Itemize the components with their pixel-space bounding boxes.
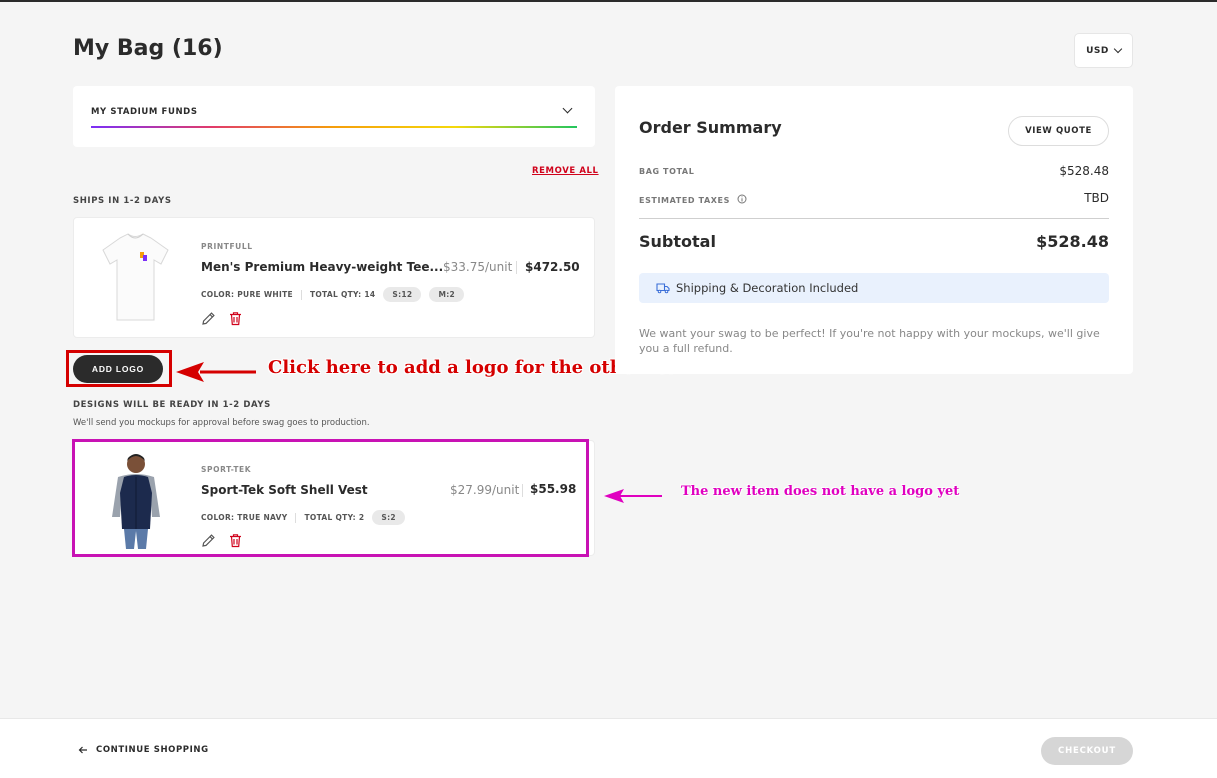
chevron-down-icon bbox=[562, 103, 573, 114]
funds-rainbow-underline bbox=[91, 126, 577, 128]
continue-shopping-link[interactable]: CONTINUE SHOPPING bbox=[78, 745, 209, 755]
item-vendor: PRINTFULL bbox=[201, 242, 253, 251]
remove-all-link[interactable]: REMOVE ALL bbox=[532, 166, 599, 176]
shipping-info-box: Shipping & Decoration Included bbox=[639, 273, 1109, 303]
item-qty: TOTAL QTY: 14 bbox=[309, 290, 376, 299]
edit-icon[interactable] bbox=[201, 311, 216, 326]
refund-note: We want your swag to be perfect! If you'… bbox=[639, 327, 1100, 355]
item-unit-price: $33.75/unit bbox=[443, 260, 513, 274]
bag-total-value: $528.48 bbox=[1059, 164, 1109, 178]
chevron-down-icon bbox=[1113, 44, 1123, 54]
item-actions bbox=[201, 311, 243, 326]
page-title: My Bag (16) bbox=[73, 36, 223, 61]
item-total-price: $472.50 bbox=[525, 260, 580, 274]
section-label-designs: DESIGNS WILL BE READY IN 1-2 DAYS bbox=[73, 400, 271, 410]
section-label-ships: SHIPS IN 1-2 DAYS bbox=[73, 196, 172, 206]
trash-icon[interactable] bbox=[228, 311, 243, 326]
info-icon[interactable] bbox=[737, 194, 747, 204]
section-note: We'll send you mockups for approval befo… bbox=[73, 418, 370, 428]
add-logo-button[interactable]: ADD LOGO bbox=[73, 355, 163, 383]
summary-divider bbox=[639, 218, 1109, 219]
bag-total-label: BAG TOTAL bbox=[639, 167, 695, 176]
size-pill: M:2 bbox=[429, 287, 465, 302]
size-pill: S:12 bbox=[383, 287, 422, 302]
currency-value: USD bbox=[1086, 45, 1109, 56]
truck-icon bbox=[656, 283, 670, 294]
bag-item-tee: PRINTFULL Men's Premium Heavy-weight Tee… bbox=[73, 217, 595, 338]
estimated-taxes-value: TBD bbox=[1084, 191, 1109, 205]
top-border bbox=[0, 0, 1217, 2]
estimated-taxes-text: ESTIMATED TAXES bbox=[639, 196, 730, 205]
currency-select[interactable]: USD bbox=[1074, 33, 1133, 68]
item-name[interactable]: Men's Premium Heavy-weight Tee... bbox=[201, 260, 443, 274]
price-divider bbox=[516, 261, 517, 274]
meta-divider bbox=[300, 289, 302, 300]
footer-bar: CONTINUE SHOPPING CHECKOUT bbox=[0, 718, 1217, 778]
annotation-new-item: The new item does not have a logo yet bbox=[681, 484, 960, 499]
view-quote-button[interactable]: VIEW QUOTE bbox=[1008, 116, 1109, 146]
subtotal-value: $528.48 bbox=[1036, 232, 1109, 251]
order-summary-panel: Order Summary VIEW QUOTE BAG TOTAL $528.… bbox=[615, 86, 1133, 374]
item-meta: COLOR: PURE WHITE TOTAL QTY: 14 S:12 M:2 bbox=[201, 287, 465, 302]
shipping-info-text: Shipping & Decoration Included bbox=[676, 281, 859, 295]
estimated-taxes-label: ESTIMATED TAXES bbox=[639, 194, 747, 205]
item-color: COLOR: PURE WHITE bbox=[201, 290, 293, 299]
continue-shopping-label: CONTINUE SHOPPING bbox=[96, 745, 209, 755]
vest-highlight-box bbox=[72, 439, 589, 557]
red-arrow-icon bbox=[176, 362, 256, 382]
order-summary-title: Order Summary bbox=[639, 118, 782, 137]
funds-label: MY STADIUM FUNDS bbox=[91, 107, 198, 117]
checkout-button[interactable]: CHECKOUT bbox=[1041, 737, 1133, 765]
magenta-arrow-icon bbox=[604, 489, 662, 503]
subtotal-label: Subtotal bbox=[639, 232, 716, 251]
arrow-left-icon bbox=[78, 746, 87, 754]
tee-product-image bbox=[102, 233, 169, 321]
funds-dropdown[interactable]: MY STADIUM FUNDS bbox=[73, 86, 595, 147]
